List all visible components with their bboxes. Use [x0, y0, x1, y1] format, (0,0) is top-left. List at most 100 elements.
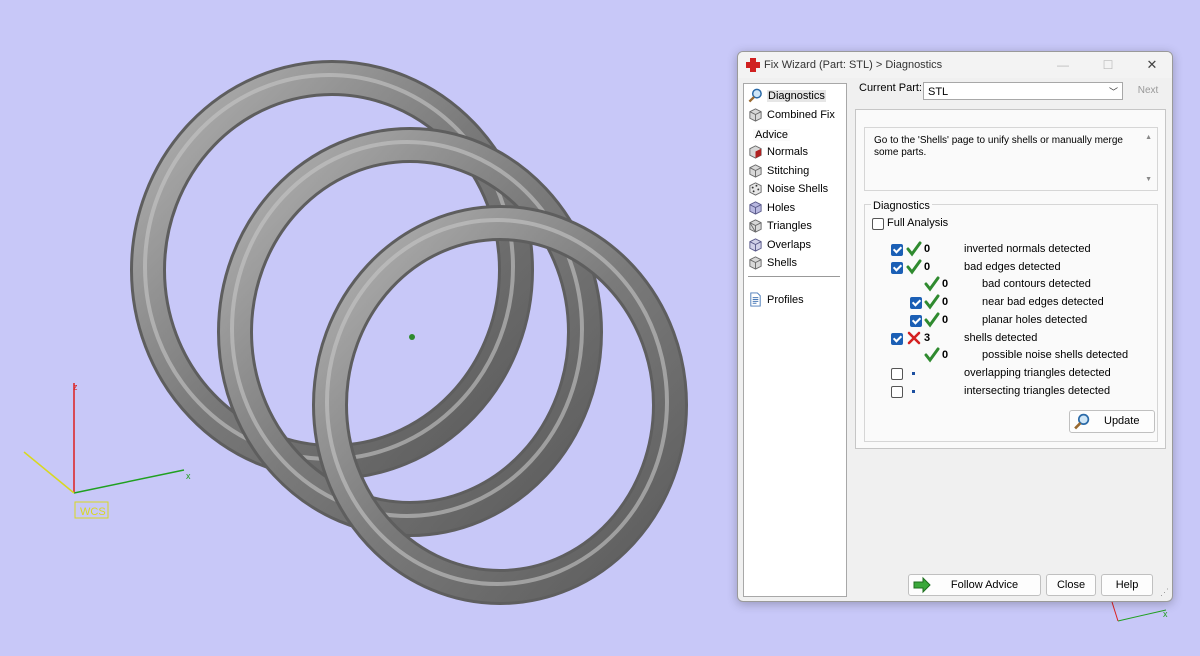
- nav-item-shells[interactable]: Shells: [748, 254, 797, 271]
- next-button[interactable]: Next: [1130, 82, 1166, 100]
- green-check-icon: [924, 294, 940, 310]
- current-part-value: STL: [928, 86, 949, 98]
- follow-advice-button[interactable]: Follow Advice: [908, 574, 1041, 596]
- nav-label: Overlaps: [767, 238, 812, 251]
- pending-dot-icon: [912, 372, 915, 375]
- diagnostic-checkbox[interactable]: [910, 315, 922, 327]
- nav-item-noise-shells[interactable]: Noise Shells: [748, 180, 828, 197]
- advice-text: Go to the 'Shells' page to unify shells …: [874, 135, 1123, 158]
- nav-item-holes[interactable]: Holes: [748, 199, 795, 216]
- green-check-icon: [924, 276, 940, 292]
- green-arrow-icon: [913, 576, 931, 594]
- scroll-up-icon[interactable]: ▲: [1145, 134, 1152, 141]
- fix-wizard-dialog[interactable]: Fix Wizard (Part: STL) > Diagnostics — ☐…: [737, 51, 1173, 602]
- wizard-nav-list[interactable]: Diagnostics Combined Fix Normals Stitchi…: [743, 83, 847, 597]
- diagnostic-count: 0: [924, 261, 931, 273]
- follow-advice-label: Follow Advice: [950, 579, 1019, 591]
- nav-item-combined-fix[interactable]: Combined Fix: [748, 106, 835, 123]
- nav-item-profiles[interactable]: Profiles: [748, 291, 804, 308]
- noise-shells-icon: [749, 182, 762, 196]
- resize-grip-icon[interactable]: ⋰: [1160, 587, 1169, 598]
- axis-x-label: x: [186, 471, 191, 481]
- nav-label: Profiles: [767, 293, 804, 306]
- nav-item-triangles[interactable]: Triangles: [748, 217, 812, 234]
- current-part-select[interactable]: STL ﹀: [923, 82, 1123, 100]
- shells-cube-icon: [749, 256, 762, 270]
- help-button[interactable]: Help: [1101, 574, 1153, 596]
- corner-axis-x-label: x: [1163, 609, 1168, 619]
- nav-label: Noise Shells: [767, 182, 829, 195]
- green-check-icon: [906, 241, 922, 257]
- pending-dot-icon: [912, 390, 915, 393]
- nav-item-normals[interactable]: Normals: [748, 143, 808, 160]
- diagnostic-label: bad edges detected: [964, 261, 1061, 273]
- advice-title: Advice: [753, 129, 791, 141]
- holes-cube-icon: [749, 201, 762, 215]
- diagnostic-checkbox[interactable]: [891, 386, 903, 398]
- diagnostic-label: near bad edges detected: [982, 296, 1104, 308]
- magnifier-icon: [1074, 413, 1090, 430]
- red-cross-icon: [746, 58, 760, 72]
- nav-label: Normals: [767, 145, 808, 158]
- nav-label: Stitching: [767, 164, 810, 177]
- green-check-icon: [906, 259, 922, 275]
- diagnostic-count: 0: [924, 243, 931, 255]
- diagnostic-checkbox[interactable]: [891, 262, 903, 274]
- diagnostic-count: 0: [942, 314, 949, 326]
- update-label: Update: [1104, 415, 1140, 427]
- diagnostic-label: shells detected: [964, 332, 1038, 344]
- nav-item-diagnostics[interactable]: Diagnostics: [748, 87, 826, 104]
- diagnostic-checkbox[interactable]: [891, 368, 903, 380]
- diagnostic-label: inverted normals detected: [964, 243, 1091, 255]
- close-window-button[interactable]: ✕: [1137, 55, 1167, 75]
- current-part-label: Current Part:: [859, 82, 922, 94]
- corner-axes-fragment: x: [1111, 601, 1168, 622]
- diagnostic-label: possible noise shells detected: [982, 349, 1129, 361]
- spring-model[interactable]: [130, 60, 688, 605]
- diagnostic-count: 3: [924, 332, 931, 344]
- diagnostic-checkbox[interactable]: [891, 333, 903, 345]
- minimize-button[interactable]: —: [1048, 55, 1078, 75]
- diagnostic-label: overlapping triangles detected: [964, 367, 1111, 379]
- magnifier-icon: [748, 88, 762, 103]
- triangles-cube-icon: [749, 219, 762, 233]
- nav-label: Combined Fix: [767, 108, 835, 121]
- diagnostic-count: 0: [942, 278, 949, 290]
- diagnostics-group: Full Analysis 0 inverted normals detected 0…: [864, 204, 1158, 442]
- nav-separator: [748, 276, 840, 277]
- stitching-cube-icon: [749, 164, 762, 178]
- diagnostics-page: Go to the 'Shells' page to unify shells …: [855, 109, 1166, 449]
- close-button[interactable]: Close: [1046, 574, 1096, 596]
- diagnostic-count: 0: [942, 349, 949, 361]
- update-button[interactable]: Update: [1069, 410, 1155, 433]
- document-icon: [750, 292, 761, 307]
- diagnostics-title: Diagnostics: [871, 200, 932, 212]
- diagnostic-label: planar holes detected: [982, 314, 1088, 326]
- advice-group: Go to the 'Shells' page to unify shells …: [864, 127, 1158, 191]
- diagnostic-checkbox[interactable]: [891, 244, 903, 256]
- full-analysis-label: Full Analysis: [887, 217, 949, 229]
- chevron-down-icon: ﹀: [1108, 87, 1118, 97]
- diagnostic-label: bad contours detected: [982, 278, 1091, 290]
- diagnostic-count: 0: [942, 296, 949, 308]
- scroll-down-icon[interactable]: ▼: [1145, 176, 1152, 183]
- dialog-title: Fix Wizard (Part: STL) > Diagnostics: [764, 59, 943, 71]
- red-cross-icon: [907, 331, 921, 345]
- diagnostic-label: intersecting triangles detected: [964, 385, 1111, 397]
- overlaps-cube-icon: [749, 238, 762, 252]
- normals-cube-icon: [749, 145, 762, 159]
- title-bar[interactable]: Fix Wizard (Part: STL) > Diagnostics — ☐…: [738, 52, 1172, 78]
- nav-item-overlaps[interactable]: Overlaps: [748, 236, 811, 253]
- maximize-button[interactable]: ☐: [1093, 55, 1123, 75]
- nav-label: Diagnostics: [767, 89, 826, 102]
- wcs-axes: z x WCS: [23, 382, 191, 519]
- green-check-icon: [924, 347, 940, 363]
- cube-icon: [749, 108, 762, 122]
- nav-label: Shells: [767, 256, 797, 269]
- green-check-icon: [924, 312, 940, 328]
- nav-item-stitching[interactable]: Stitching: [748, 162, 809, 179]
- diagnostic-checkbox[interactable]: [910, 297, 922, 309]
- axis-z-label: z: [73, 382, 78, 392]
- full-analysis-checkbox[interactable]: [872, 218, 884, 230]
- nav-label: Triangles: [767, 219, 812, 232]
